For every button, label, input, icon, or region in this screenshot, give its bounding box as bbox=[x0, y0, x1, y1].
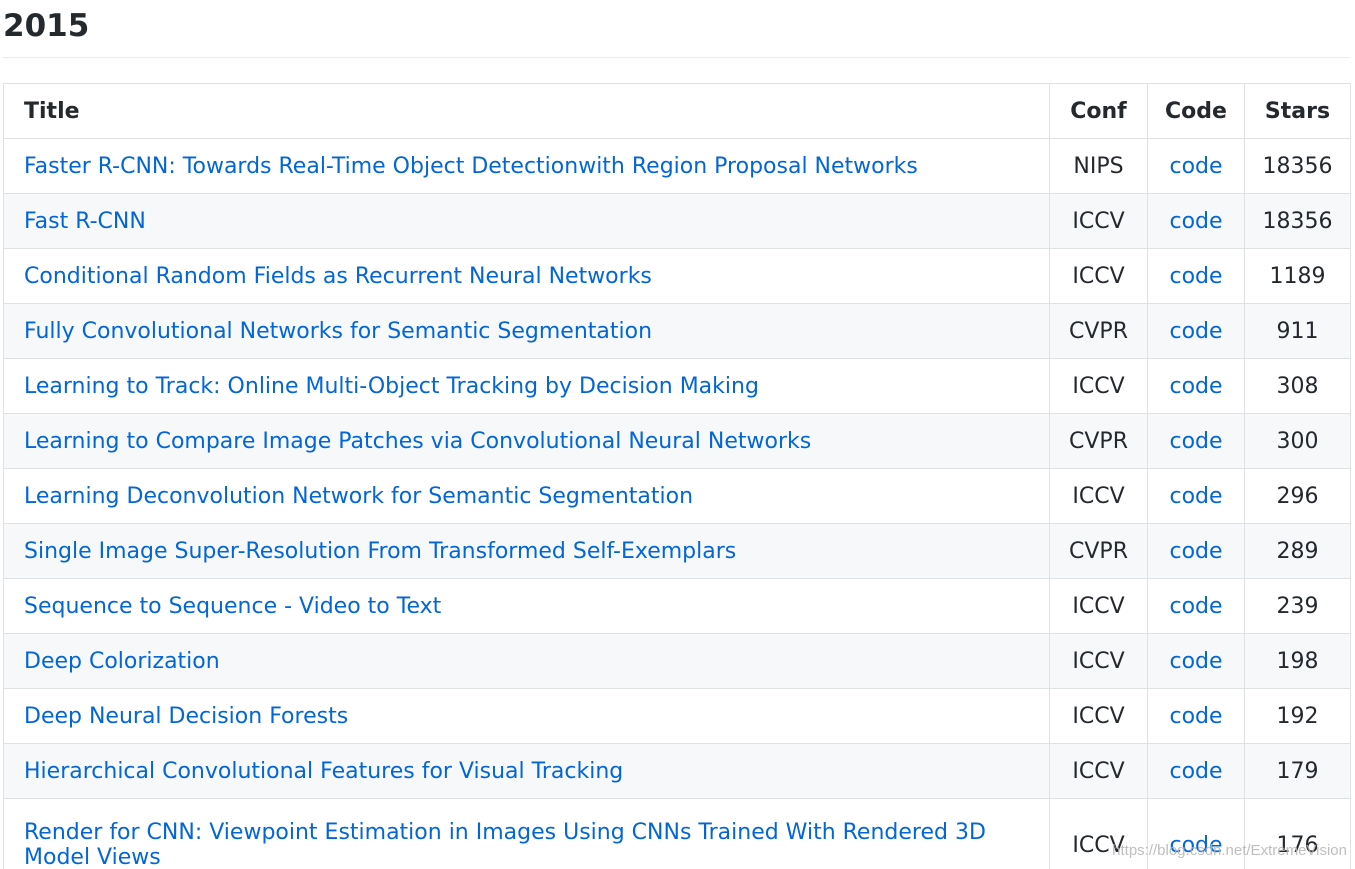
table-row: Learning to Compare Image Patches via Co… bbox=[3, 413, 1351, 469]
paper-title-cell: Fast R-CNN bbox=[3, 193, 1050, 249]
code-cell: code bbox=[1147, 193, 1245, 249]
code-cell: code bbox=[1147, 688, 1245, 744]
column-header-title: Title bbox=[3, 83, 1050, 139]
stars-cell: 296 bbox=[1244, 468, 1351, 524]
paper-title-cell: Learning to Compare Image Patches via Co… bbox=[3, 413, 1050, 469]
stars-cell: 911 bbox=[1244, 303, 1351, 359]
stars-cell: 289 bbox=[1244, 523, 1351, 579]
table-row: Learning to Track: Online Multi-Object T… bbox=[3, 358, 1351, 414]
code-cell: code bbox=[1147, 138, 1245, 194]
paper-title-link[interactable]: Deep Colorization bbox=[24, 649, 220, 674]
paper-title-link[interactable]: Render for CNN: Viewpoint Estimation in … bbox=[24, 820, 986, 869]
code-cell: code bbox=[1147, 413, 1245, 469]
table-body: Faster R-CNN: Towards Real-Time Object D… bbox=[3, 138, 1351, 869]
code-link[interactable]: code bbox=[1169, 209, 1222, 234]
stars-cell: 300 bbox=[1244, 413, 1351, 469]
table-header: Title Conf Code Stars bbox=[3, 83, 1351, 139]
paper-title-link[interactable]: Conditional Random Fields as Recurrent N… bbox=[24, 264, 652, 289]
table-row: Sequence to Sequence - Video to Text ICC… bbox=[3, 578, 1351, 634]
table-row: Hierarchical Convolutional Features for … bbox=[3, 743, 1351, 799]
watermark-text: https://blog.csdn.net/ExtremeVision bbox=[1112, 842, 1347, 859]
conference-cell: CVPR bbox=[1049, 523, 1148, 579]
conference-cell: CVPR bbox=[1049, 303, 1148, 359]
paper-title-link[interactable]: Learning to Track: Online Multi-Object T… bbox=[24, 374, 759, 399]
table-row: Learning Deconvolution Network for Seman… bbox=[3, 468, 1351, 524]
code-link[interactable]: code bbox=[1169, 649, 1222, 674]
code-link[interactable]: code bbox=[1169, 374, 1222, 399]
paper-title-cell: Render for CNN: Viewpoint Estimation in … bbox=[3, 798, 1050, 869]
paper-title-cell: Hierarchical Convolutional Features for … bbox=[3, 743, 1050, 799]
paper-title-link[interactable]: Learning to Compare Image Patches via Co… bbox=[24, 429, 811, 454]
table-row: Fast R-CNN ICCV code 18356 bbox=[3, 193, 1351, 249]
code-link[interactable]: code bbox=[1169, 704, 1222, 729]
code-link[interactable]: code bbox=[1169, 594, 1222, 619]
code-link[interactable]: code bbox=[1169, 539, 1222, 564]
column-header-code: Code bbox=[1147, 83, 1245, 139]
stars-cell: 1189 bbox=[1244, 248, 1351, 304]
code-link[interactable]: code bbox=[1169, 319, 1222, 344]
code-cell: code bbox=[1147, 303, 1245, 359]
conference-cell: ICCV bbox=[1049, 578, 1148, 634]
table-row: Faster R-CNN: Towards Real-Time Object D… bbox=[3, 138, 1351, 194]
code-cell: code bbox=[1147, 358, 1245, 414]
conference-cell: NIPS bbox=[1049, 138, 1148, 194]
section-heading-year: 2015 bbox=[3, 0, 1350, 58]
conference-cell: ICCV bbox=[1049, 248, 1148, 304]
paper-title-cell: Conditional Random Fields as Recurrent N… bbox=[3, 248, 1050, 304]
paper-title-cell: Faster R-CNN: Towards Real-Time Object D… bbox=[3, 138, 1050, 194]
table-row: Fully Convolutional Networks for Semanti… bbox=[3, 303, 1351, 359]
paper-title-link[interactable]: Faster R-CNN: Towards Real-Time Object D… bbox=[24, 154, 918, 179]
page: 2015 Title Conf Code Stars Faster R-CNN:… bbox=[3, 0, 1351, 869]
paper-title-link[interactable]: Sequence to Sequence - Video to Text bbox=[24, 594, 441, 619]
code-cell: code bbox=[1147, 248, 1245, 304]
column-header-stars: Stars bbox=[1244, 83, 1351, 139]
paper-title-cell: Sequence to Sequence - Video to Text bbox=[3, 578, 1050, 634]
conference-cell: ICCV bbox=[1049, 633, 1148, 689]
code-cell: code bbox=[1147, 743, 1245, 799]
paper-title-link[interactable]: Learning Deconvolution Network for Seman… bbox=[24, 484, 693, 509]
conference-cell: ICCV bbox=[1049, 193, 1148, 249]
conference-cell: ICCV bbox=[1049, 743, 1148, 799]
table-row: Deep Colorization ICCV code 198 bbox=[3, 633, 1351, 689]
paper-title-cell: Fully Convolutional Networks for Semanti… bbox=[3, 303, 1050, 359]
paper-title-link[interactable]: Fast R-CNN bbox=[24, 209, 146, 234]
conference-cell: ICCV bbox=[1049, 468, 1148, 524]
stars-cell: 239 bbox=[1244, 578, 1351, 634]
code-cell: code bbox=[1147, 633, 1245, 689]
table-row: Single Image Super-Resolution From Trans… bbox=[3, 523, 1351, 579]
stars-cell: 198 bbox=[1244, 633, 1351, 689]
conference-cell: ICCV bbox=[1049, 688, 1148, 744]
paper-title-link[interactable]: Deep Neural Decision Forests bbox=[24, 704, 348, 729]
papers-table: Title Conf Code Stars Faster R-CNN: Towa… bbox=[3, 83, 1351, 869]
paper-title-cell: Learning Deconvolution Network for Seman… bbox=[3, 468, 1050, 524]
code-link[interactable]: code bbox=[1169, 264, 1222, 289]
code-cell: code bbox=[1147, 468, 1245, 524]
column-header-conf: Conf bbox=[1049, 83, 1148, 139]
stars-cell: 192 bbox=[1244, 688, 1351, 744]
conference-cell: ICCV bbox=[1049, 358, 1148, 414]
paper-title-link[interactable]: Hierarchical Convolutional Features for … bbox=[24, 759, 623, 784]
paper-title-link[interactable]: Fully Convolutional Networks for Semanti… bbox=[24, 319, 652, 344]
stars-cell: 18356 bbox=[1244, 193, 1351, 249]
paper-title-cell: Learning to Track: Online Multi-Object T… bbox=[3, 358, 1050, 414]
code-link[interactable]: code bbox=[1169, 759, 1222, 784]
code-link[interactable]: code bbox=[1169, 429, 1222, 454]
stars-cell: 308 bbox=[1244, 358, 1351, 414]
table-row: Conditional Random Fields as Recurrent N… bbox=[3, 248, 1351, 304]
paper-title-cell: Deep Neural Decision Forests bbox=[3, 688, 1050, 744]
conference-cell: CVPR bbox=[1049, 413, 1148, 469]
stars-cell: 18356 bbox=[1244, 138, 1351, 194]
code-cell: code bbox=[1147, 523, 1245, 579]
code-cell: code bbox=[1147, 578, 1245, 634]
code-link[interactable]: code bbox=[1169, 484, 1222, 509]
code-link[interactable]: code bbox=[1169, 154, 1222, 179]
paper-title-cell: Deep Colorization bbox=[3, 633, 1050, 689]
stars-cell: 179 bbox=[1244, 743, 1351, 799]
paper-title-cell: Single Image Super-Resolution From Trans… bbox=[3, 523, 1050, 579]
paper-title-link[interactable]: Single Image Super-Resolution From Trans… bbox=[24, 539, 736, 564]
table-row: Deep Neural Decision Forests ICCV code 1… bbox=[3, 688, 1351, 744]
header-row: Title Conf Code Stars bbox=[3, 83, 1351, 139]
